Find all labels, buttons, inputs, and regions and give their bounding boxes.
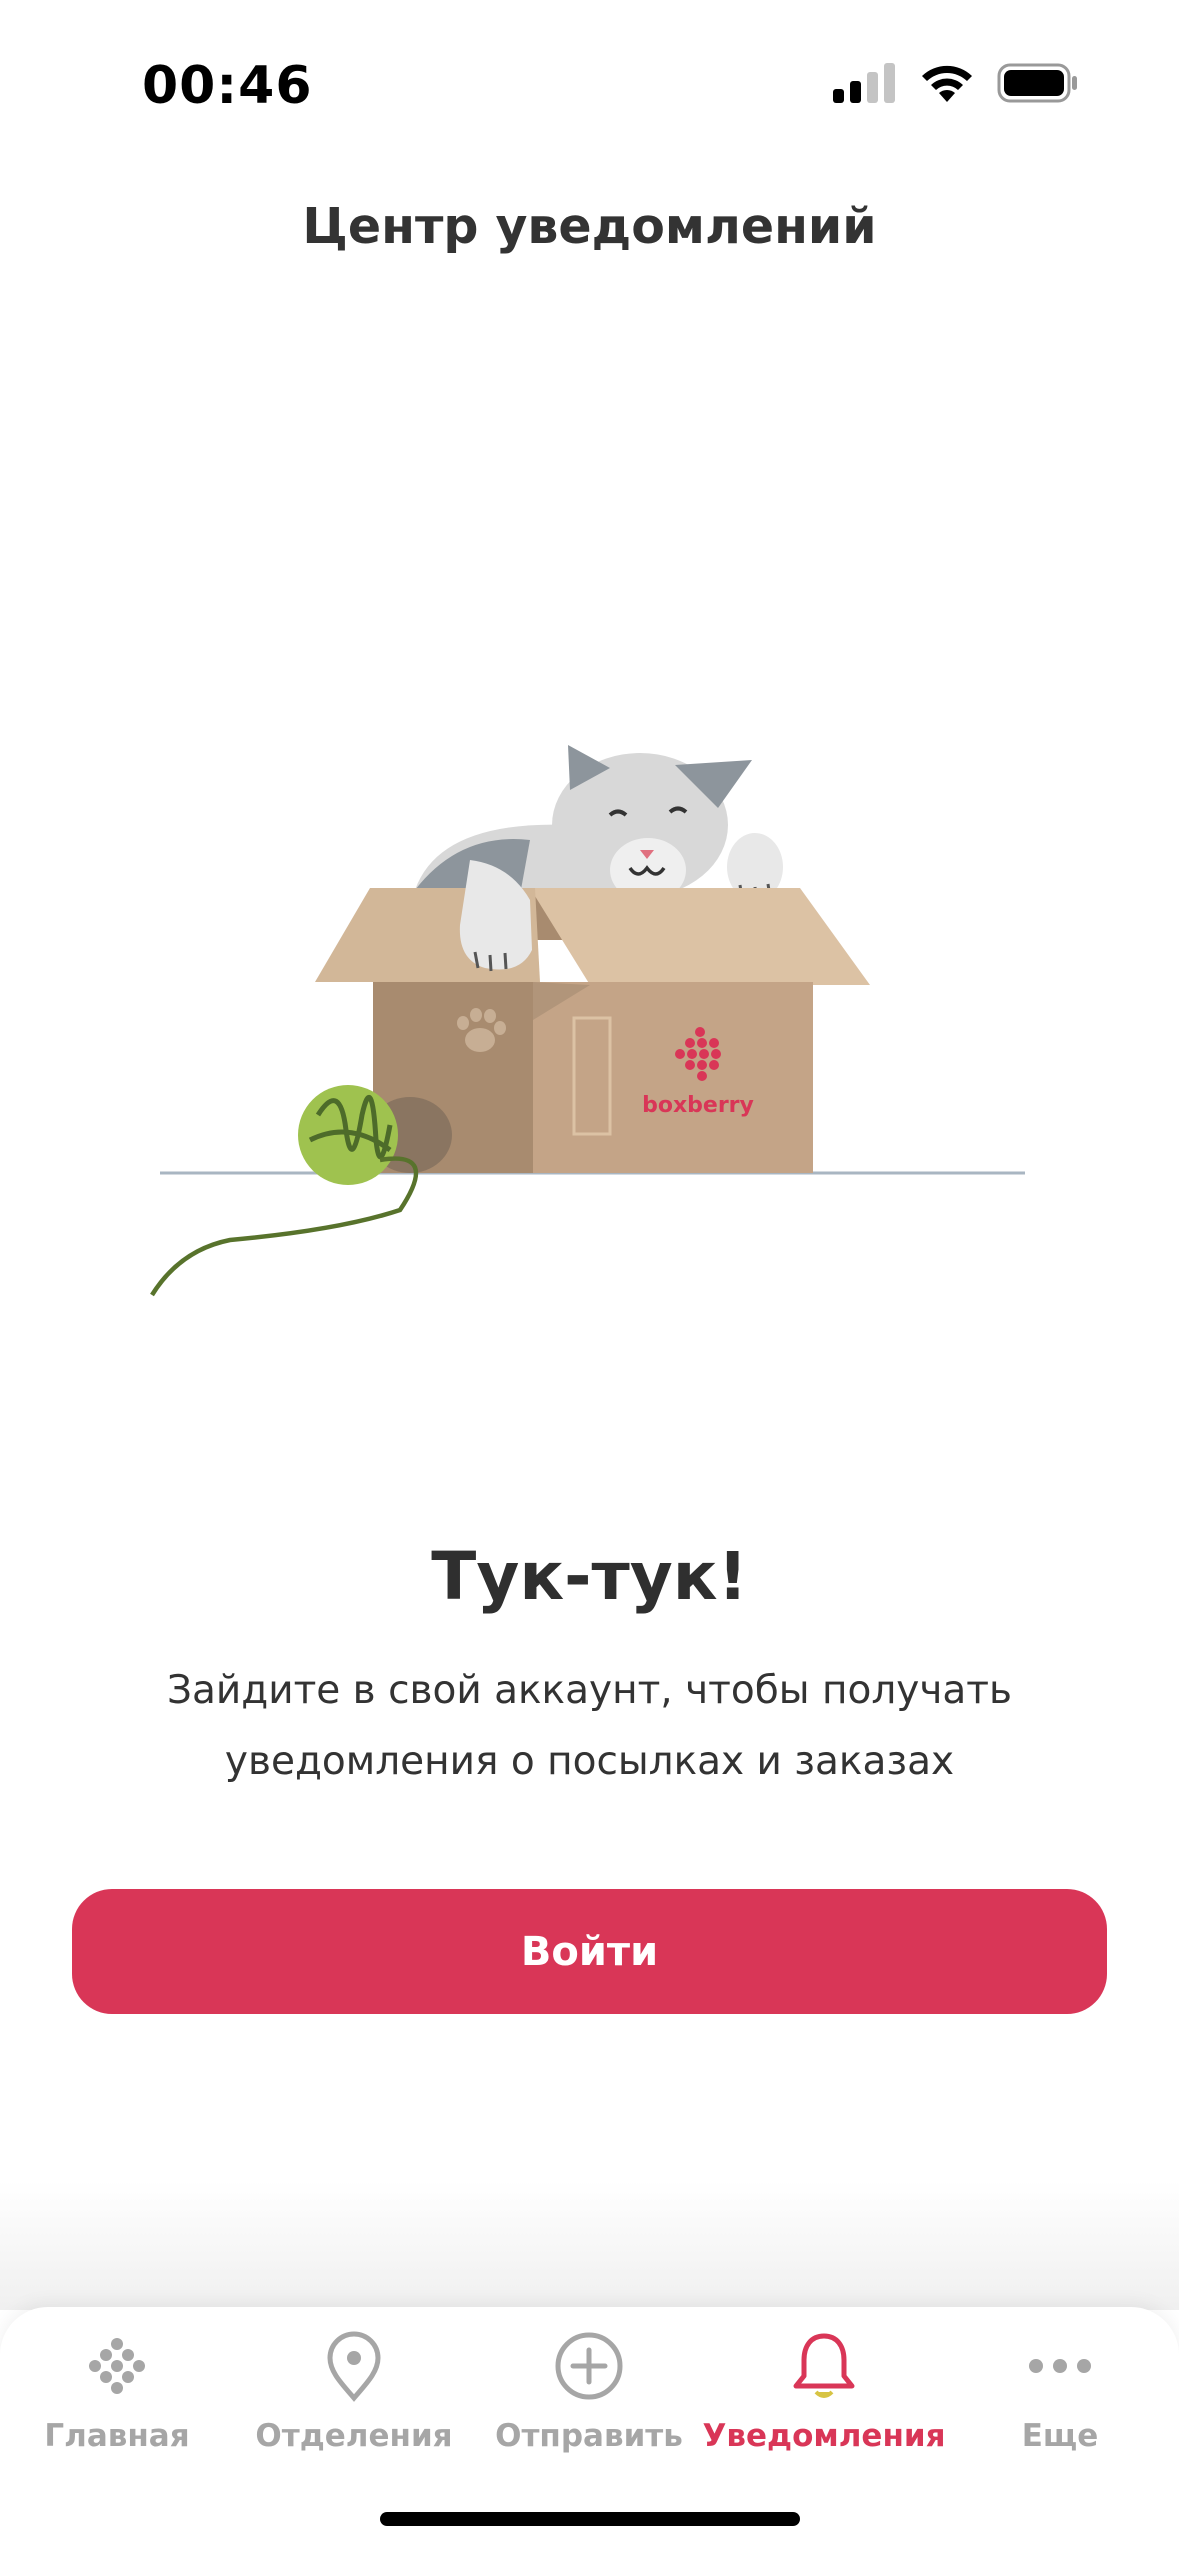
tab-home-label: Главная xyxy=(44,2418,190,2454)
notifications-screen: 00:46 Центр уведомлений boxberry Тук-тук… xyxy=(0,0,1179,2556)
boxberry-dots-icon xyxy=(89,2338,145,2394)
tab-notifications-label: Уведомления xyxy=(702,2418,946,2454)
tab-send[interactable]: Отправить xyxy=(479,2320,699,2470)
map-pin-icon xyxy=(327,2331,381,2402)
wifi-icon xyxy=(922,65,972,102)
tab-more[interactable]: Еще xyxy=(950,2320,1170,2470)
home-indicator[interactable] xyxy=(380,2512,800,2526)
more-dots-icon xyxy=(1029,2359,1091,2373)
tab-branches-label: Отделения xyxy=(255,2418,453,2454)
status-time: 00:46 xyxy=(142,56,313,116)
tab-bar-shadow xyxy=(0,2180,1179,2310)
cat-in-box-illustration: boxberry xyxy=(150,745,1025,1297)
cellular-signal-icon xyxy=(833,63,895,103)
tab-branches[interactable]: Отделения xyxy=(244,2320,464,2470)
message-title: Тук-тук! xyxy=(431,1538,748,1615)
status-icons xyxy=(833,62,1079,104)
status-bar: 00:46 xyxy=(0,0,1179,170)
battery-icon xyxy=(997,63,1077,103)
login-button[interactable]: Войти xyxy=(72,1889,1107,2014)
bell-icon xyxy=(793,2333,855,2398)
box-brand-label: boxberry xyxy=(642,1093,754,1118)
tab-send-label: Отправить xyxy=(495,2418,683,2454)
tab-home[interactable]: Главная xyxy=(7,2320,227,2470)
tab-notifications[interactable]: Уведомления xyxy=(703,2320,946,2470)
tab-more-label: Еще xyxy=(1021,2418,1099,2454)
plus-circle-icon xyxy=(555,2332,623,2400)
message-text: Зайдите в свой аккаунт, чтобы получать у… xyxy=(167,1668,1012,1784)
page-title: Центр уведомлений xyxy=(302,198,877,255)
